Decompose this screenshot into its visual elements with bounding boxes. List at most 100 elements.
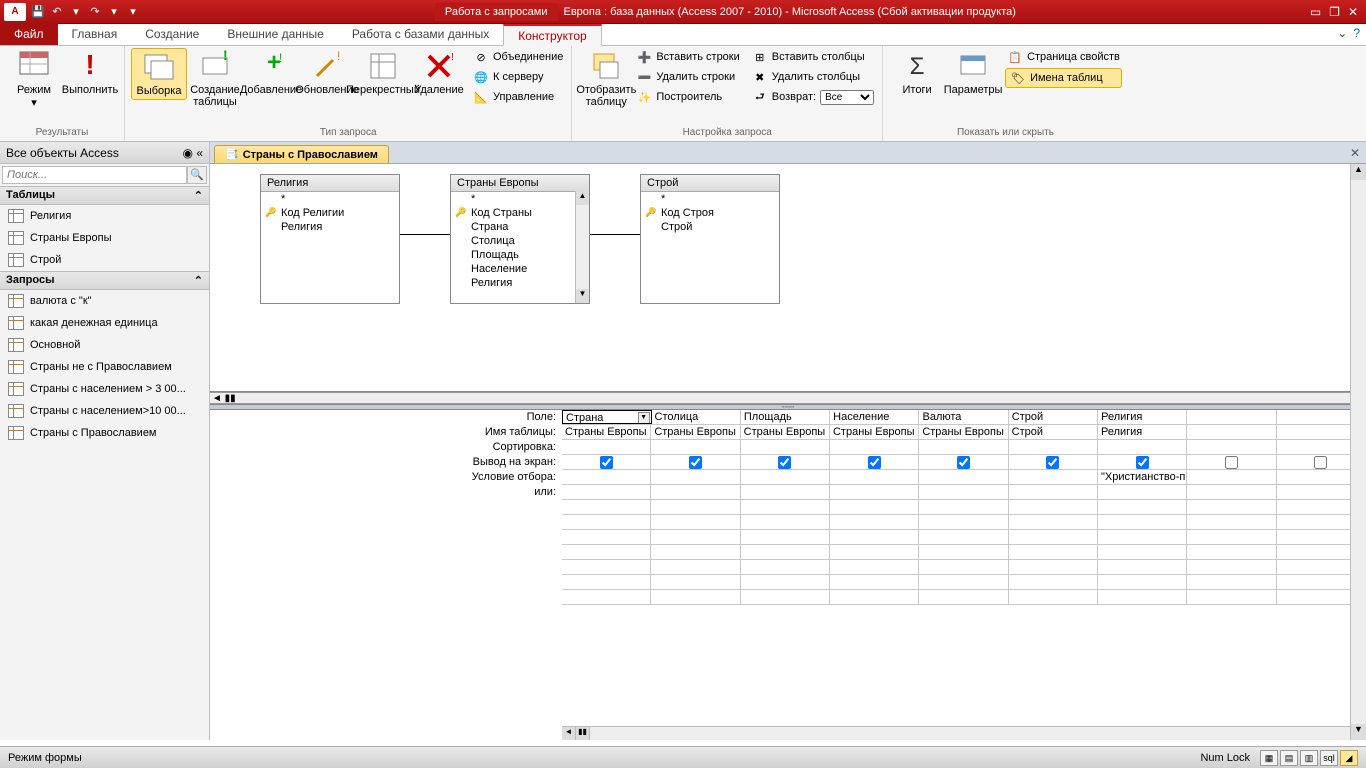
grid-cell[interactable] [651, 455, 740, 469]
show-checkbox[interactable] [957, 456, 970, 469]
redo-icon[interactable]: ↷ [87, 4, 103, 20]
grid-cell[interactable] [741, 575, 830, 589]
params-button[interactable]: Параметры [945, 48, 1001, 98]
grid-cell[interactable] [1187, 410, 1276, 424]
nav-item-query[interactable]: какая денежная единица [0, 312, 209, 334]
nav-item-query[interactable]: Страны с населением>10 00... [0, 400, 209, 422]
grid-cell[interactable] [651, 470, 740, 484]
grid-cell[interactable] [651, 440, 740, 454]
nav-item-query[interactable]: валюта с "к" [0, 290, 209, 312]
nav-item-query[interactable]: Страны не с Православием [0, 356, 209, 378]
relation-line[interactable] [590, 234, 640, 235]
table-religia[interactable]: Религия * Код Религии Религия [260, 174, 400, 304]
grid-cell[interactable] [562, 455, 651, 469]
grid-cell[interactable] [1187, 425, 1276, 439]
grid-cell[interactable] [1009, 440, 1098, 454]
view-sql-icon[interactable]: sql [1320, 750, 1338, 766]
view-datasheet-icon[interactable]: ▦ [1260, 750, 1278, 766]
grid-cell[interactable] [1187, 545, 1276, 559]
qat-dropdown-icon[interactable]: ▾ [68, 4, 84, 20]
grid-cell[interactable]: Строй [1009, 410, 1098, 424]
grid-cell[interactable]: Страны Европы [741, 425, 830, 439]
grid-cell[interactable] [562, 575, 651, 589]
grid-cell[interactable] [1187, 590, 1276, 604]
run-button[interactable]: ! Выполнить [62, 48, 118, 98]
grid-cell[interactable] [830, 515, 919, 529]
minimize-ribbon-icon[interactable]: ⌄ [1337, 26, 1347, 40]
grid-cell[interactable]: Страны Европы [919, 425, 1008, 439]
nav-collapse-icon[interactable]: « [196, 146, 203, 160]
show-checkbox[interactable] [868, 456, 881, 469]
grid-cell[interactable]: Столица [652, 410, 741, 424]
grid-cell[interactable] [919, 485, 1008, 499]
view-pivot-icon[interactable]: ▤ [1280, 750, 1298, 766]
grid-cell[interactable] [1009, 590, 1098, 604]
grid-cell[interactable] [562, 440, 651, 454]
grid-cell[interactable] [1098, 440, 1187, 454]
grid-cell[interactable] [1009, 470, 1098, 484]
grid-cell[interactable] [562, 485, 651, 499]
grid-cell[interactable] [651, 530, 740, 544]
grid-cell[interactable] [1187, 575, 1276, 589]
grid-cell[interactable] [830, 440, 919, 454]
nav-item-table[interactable]: Страны Европы [0, 227, 209, 249]
nav-group-tables[interactable]: Таблицы⌃ [0, 186, 209, 205]
restore-icon[interactable]: ❐ [1329, 5, 1340, 19]
grid-cell[interactable] [651, 545, 740, 559]
grid-cell[interactable] [1098, 485, 1187, 499]
grid-cell[interactable] [830, 545, 919, 559]
grid-cell[interactable] [562, 560, 651, 574]
grid-cell[interactable] [741, 500, 830, 514]
grid-cell[interactable]: Население [830, 410, 919, 424]
property-sheet-button[interactable]: 📋Страница свойств [1005, 48, 1122, 66]
grid-cell[interactable] [830, 485, 919, 499]
grid-cell[interactable]: Страны Европы [562, 425, 651, 439]
grid-cell[interactable] [1098, 530, 1187, 544]
grid-cell[interactable] [1187, 440, 1276, 454]
grid-cell[interactable] [919, 470, 1008, 484]
grid-hscroll[interactable]: ◄▮▮► [562, 726, 1366, 740]
grid-cell[interactable] [651, 560, 740, 574]
grid-cell[interactable]: Страны Европы [830, 425, 919, 439]
grid-cell[interactable] [1009, 575, 1098, 589]
append-button[interactable]: +! Добавление [243, 48, 299, 98]
grid-cell[interactable] [741, 440, 830, 454]
grid-cell[interactable] [1187, 455, 1276, 469]
grid-cell[interactable] [741, 515, 830, 529]
save-icon[interactable]: 💾 [30, 4, 46, 20]
grid-cell[interactable]: Валюта [919, 410, 1008, 424]
grid-cell[interactable] [830, 590, 919, 604]
grid-cell[interactable] [1187, 515, 1276, 529]
grid-cell[interactable] [830, 575, 919, 589]
grid-cell[interactable] [830, 560, 919, 574]
nav-header[interactable]: Все объекты Access ◉ « [0, 142, 209, 164]
close-tab-icon[interactable]: ✕ [1350, 146, 1360, 160]
tab-external[interactable]: Внешние данные [213, 23, 338, 45]
show-checkbox[interactable] [1225, 456, 1238, 469]
grid-cell[interactable] [919, 560, 1008, 574]
grid-cell[interactable] [919, 590, 1008, 604]
search-input[interactable] [2, 166, 187, 184]
return-dropdown[interactable]: Все [820, 90, 874, 105]
table-stroy[interactable]: Строй * Код Строя Строй [640, 174, 780, 304]
passthrough-button[interactable]: 🌐К серверу [471, 68, 565, 86]
grid-cell[interactable] [830, 455, 919, 469]
show-table-button[interactable]: Отобразить таблицу [578, 48, 634, 110]
make-table-button[interactable]: ! Создание таблицы [187, 48, 243, 110]
grid-cell[interactable] [562, 530, 651, 544]
grid-cell[interactable] [562, 515, 651, 529]
grid-cell[interactable] [830, 500, 919, 514]
grid-cell[interactable] [562, 500, 651, 514]
insert-rows-button[interactable]: ➕Вставить строки [634, 48, 741, 66]
grid-cell[interactable] [919, 500, 1008, 514]
view-chart-icon[interactable]: ▥ [1300, 750, 1318, 766]
grid-cell[interactable]: Площадь [741, 410, 830, 424]
search-icon[interactable]: 🔍 [187, 166, 207, 184]
grid-cell[interactable] [1098, 455, 1187, 469]
grid-cell[interactable] [1187, 500, 1276, 514]
grid-cell[interactable] [1009, 485, 1098, 499]
undo-icon[interactable]: ↶ [49, 4, 65, 20]
view-design-icon[interactable]: ◢ [1340, 750, 1358, 766]
grid-cell[interactable] [741, 590, 830, 604]
grid-cell[interactable] [741, 485, 830, 499]
